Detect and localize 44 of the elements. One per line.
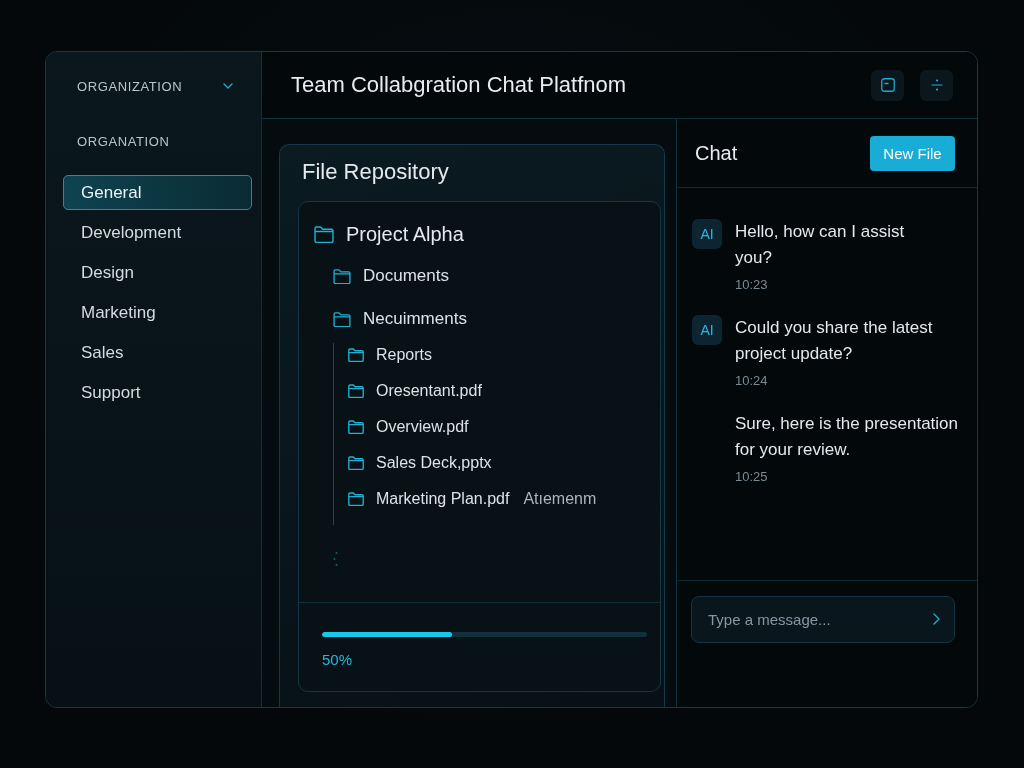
folder-icon [348, 492, 364, 506]
sidebar-item[interactable]: General [63, 175, 252, 210]
tree-item[interactable]: Oresentant.pdf [376, 382, 482, 400]
tree-item[interactable]: Necuimments [363, 309, 467, 329]
message-time: 10:23 [735, 276, 769, 294]
tree-item[interactable]: Overview.pdf [376, 418, 469, 436]
folder-icon [348, 420, 364, 434]
tree-item[interactable]: Sales Deck,pptx [376, 454, 492, 472]
message-input[interactable]: Type a message... [691, 596, 955, 643]
message-time: 10:25 [735, 468, 769, 486]
toolbar-button[interactable] [871, 69, 904, 101]
message-time: 10:24 [735, 372, 769, 390]
folder-icon [333, 311, 351, 327]
avatar: AI [692, 315, 722, 345]
sidebar-item[interactable]: Marketing [63, 295, 252, 330]
organization-dropdown[interactable]: ORGANIZATION [63, 76, 252, 96]
divide-icon [930, 79, 943, 91]
avatar: AI [692, 219, 722, 249]
message-text: Hello, how can I assist you? [735, 221, 906, 269]
folder-icon [333, 268, 351, 284]
tree-item[interactable]: Project Alpha [346, 222, 464, 246]
sidebar-item[interactable]: Sales [63, 335, 252, 370]
folder-icon [348, 348, 364, 362]
sidebar-item[interactable]: Support [63, 375, 252, 410]
message-text: Could you share the latest project update? [735, 317, 934, 365]
message-text: Sure, here is the presentation for your review. [735, 413, 960, 461]
chat-title: Chat [695, 141, 738, 165]
square-icon [880, 78, 895, 92]
chevron-down-icon [223, 83, 233, 89]
folder-icon [348, 384, 364, 398]
tree-item[interactable]: Reports [376, 346, 433, 364]
progress-label: 50% [322, 651, 354, 669]
panel-title: File Repository [301, 158, 450, 185]
file-tag: Atıemenm [523, 490, 597, 508]
section-label: ORGANATION [77, 133, 171, 151]
window-title: Team Collabgration Chat Platfnom [291, 72, 627, 98]
tree-item[interactable]: Marketing Plan.pdf [376, 490, 510, 508]
tree-item[interactable]: Documents [363, 266, 449, 286]
folder-icon [314, 225, 334, 243]
dots-icon [333, 551, 338, 567]
sidebar-item[interactable]: Design [63, 255, 252, 290]
chevron-right-icon[interactable] [933, 613, 940, 625]
sidebar-item[interactable]: Development [63, 215, 252, 250]
folder-icon [348, 456, 364, 470]
